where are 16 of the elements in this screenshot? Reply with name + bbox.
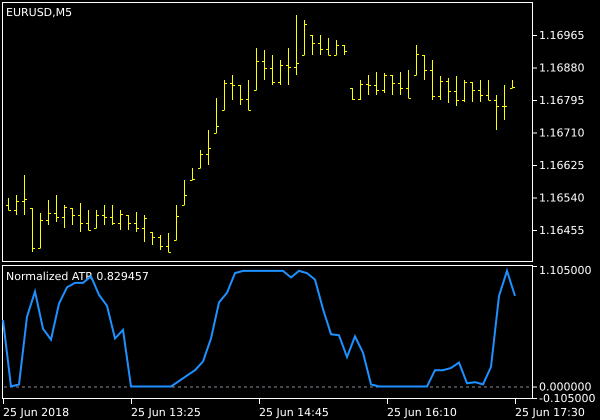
price-axis-label: 1.16455 — [539, 224, 584, 237]
chart-symbol-label: EURUSD,M5 — [6, 6, 72, 19]
indicator-axis-label: 0.000000 — [539, 380, 592, 394]
time-axis-label: 25 Jun 16:10 — [387, 406, 457, 419]
price-axis-label: 1.16710 — [539, 126, 584, 140]
indicator-axis-label: 1.105000 — [539, 264, 592, 277]
indicator-axis-label: -0.105000 — [539, 392, 596, 405]
price-axis-label: 1.16795 — [539, 94, 584, 107]
price-axis-label: 1.16540 — [539, 192, 584, 204]
time-axis-label: 25 Jun 14:45 — [259, 406, 329, 419]
price-axis-label: 1.16965 — [539, 29, 584, 42]
time-axis-label: 25 Jun 17:30 — [515, 406, 585, 419]
price-axis-label: 1.16625 — [539, 159, 584, 172]
time-axis-label: 25 Jun 2018 — [3, 406, 70, 419]
price-axis-label: 1.16880 — [539, 62, 584, 74]
time-axis-label: 25 Jun 13:25 — [131, 406, 201, 419]
